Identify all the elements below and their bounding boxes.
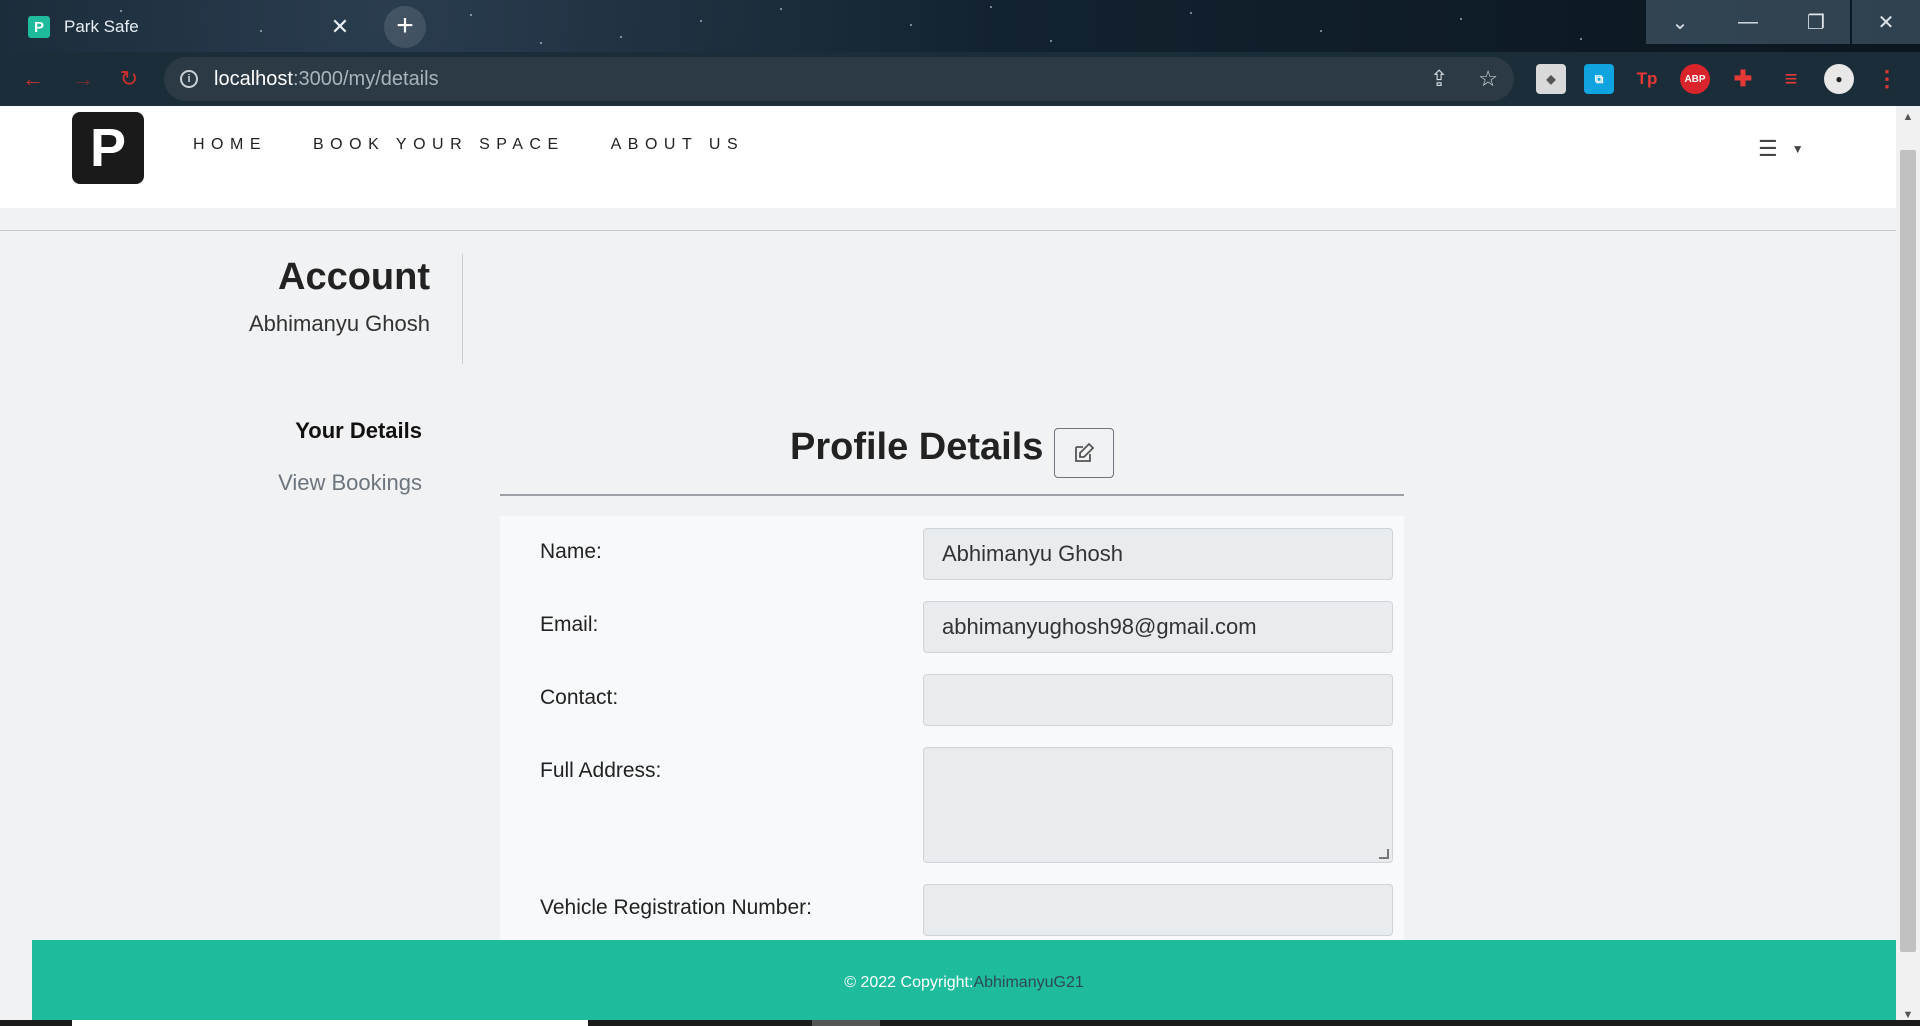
site-info-icon[interactable]: i (180, 70, 198, 88)
extension-cube-icon[interactable]: ◆ (1536, 64, 1566, 94)
park-safe-logo[interactable]: P (72, 112, 144, 184)
email-label: Email: (540, 613, 599, 636)
browser-tab-strip: P Park Safe ✕ + ⌄ — ❐ ✕ (0, 0, 1920, 52)
email-field[interactable]: abhimanyughosh98@gmail.com (923, 601, 1393, 653)
tab-title: Park Safe (64, 17, 139, 36)
taskbar-active-segment (72, 1020, 588, 1026)
profile-title: Profile Details (790, 426, 1044, 468)
account-side-menu: Your Details View Bookings (200, 418, 422, 522)
tab-favicon-icon: P (28, 16, 50, 38)
reading-list-icon[interactable]: ≡ (1776, 64, 1806, 94)
new-tab-button[interactable]: + (384, 6, 426, 48)
profile-divider (500, 494, 1404, 496)
extensions-puzzle-icon[interactable]: ✚ (1728, 64, 1758, 94)
nav-home-link[interactable]: HOME (193, 136, 267, 154)
contact-field[interactable] (923, 674, 1393, 726)
close-window-button[interactable]: ✕ (1852, 0, 1920, 44)
restore-window-button[interactable]: ❐ (1782, 0, 1850, 44)
profile-avatar[interactable]: ● (1824, 64, 1854, 94)
url-path: :3000/my/details (292, 67, 439, 90)
edit-profile-button[interactable] (1054, 428, 1114, 478)
bookmark-star-icon[interactable]: ☆ (1478, 66, 1498, 92)
page-scrollbar[interactable]: ▲ ▼ (1896, 106, 1920, 1026)
footer-copyright: © 2022 Copyright: (844, 974, 974, 991)
account-title: Account (278, 256, 430, 298)
browser-tab[interactable]: P Park Safe ✕ (16, 8, 364, 46)
reload-icon[interactable]: ↻ (114, 64, 144, 94)
side-menu-view-bookings[interactable]: View Bookings (200, 470, 422, 496)
browser-toolbar: ← → ↻ i localhost:3000/my/details ⇪ ☆ ◆ … (0, 52, 1920, 106)
account-vertical-divider (462, 254, 463, 364)
account-user-name: Abhimanyu Ghosh (249, 311, 430, 336)
address-textarea[interactable] (923, 747, 1393, 863)
site-navbar: P HOME BOOK YOUR SPACE ABOUT US ☰ ▼ (0, 106, 1896, 208)
scroll-up-arrow-icon[interactable]: ▲ (1896, 106, 1920, 128)
back-arrow-icon[interactable]: ← (18, 64, 48, 94)
forward-arrow-icon[interactable]: → (68, 64, 98, 94)
profile-header: Profile Details (500, 421, 1404, 501)
address-bar[interactable]: i localhost:3000/my/details ⇪ ☆ (164, 57, 1514, 101)
side-menu-your-details[interactable]: Your Details (200, 418, 422, 444)
name-field[interactable]: Abhimanyu Ghosh (923, 528, 1393, 580)
page-viewport: P HOME BOOK YOUR SPACE ABOUT US ☰ ▼ Acco… (0, 106, 1896, 1026)
nav-book-space-link[interactable]: BOOK YOUR SPACE (313, 136, 565, 154)
taskbar-segment (812, 1020, 880, 1026)
contact-label: Contact: (540, 686, 619, 709)
tab-close-icon[interactable]: ✕ (328, 14, 352, 40)
address-label: Full Address: (540, 759, 662, 782)
footer-author-link[interactable]: AbhimanyuG21 (973, 974, 1083, 992)
tab-search-chevron-icon[interactable]: ⌄ (1646, 0, 1714, 44)
extension-adblock-icon[interactable]: ABP (1680, 64, 1710, 94)
header-divider (0, 230, 1896, 231)
name-label: Name: (540, 540, 602, 563)
user-menu-toggle[interactable]: ☰ ▼ (1758, 136, 1804, 162)
hamburger-icon: ☰ (1758, 136, 1778, 161)
site-footer: © 2022 Copyright: AbhimanyuG21 (32, 940, 1896, 1026)
vehicle-number-label: Vehicle Registration Number: (540, 896, 812, 919)
browser-menu-icon[interactable]: ⋮ (1872, 64, 1902, 94)
extension-tp-icon[interactable]: Tp (1632, 64, 1662, 94)
textarea-resize-handle[interactable] (1379, 849, 1389, 859)
url-host: localhost (214, 67, 293, 90)
url-text: localhost:3000/my/details (214, 68, 439, 91)
minimize-window-button[interactable]: — (1714, 0, 1782, 44)
scrollbar-thumb[interactable] (1900, 150, 1916, 952)
edit-pencil-icon (1075, 442, 1095, 462)
taskbar-strip (0, 1020, 1920, 1026)
account-header: Account Abhimanyu Ghosh (200, 256, 430, 337)
nav-about-us-link[interactable]: ABOUT US (611, 136, 745, 154)
vehicle-number-field[interactable] (923, 884, 1393, 936)
extension-screenshot-icon[interactable]: ⧉ (1584, 64, 1614, 94)
caret-down-icon: ▼ (1791, 142, 1804, 156)
share-icon[interactable]: ⇪ (1430, 66, 1448, 92)
